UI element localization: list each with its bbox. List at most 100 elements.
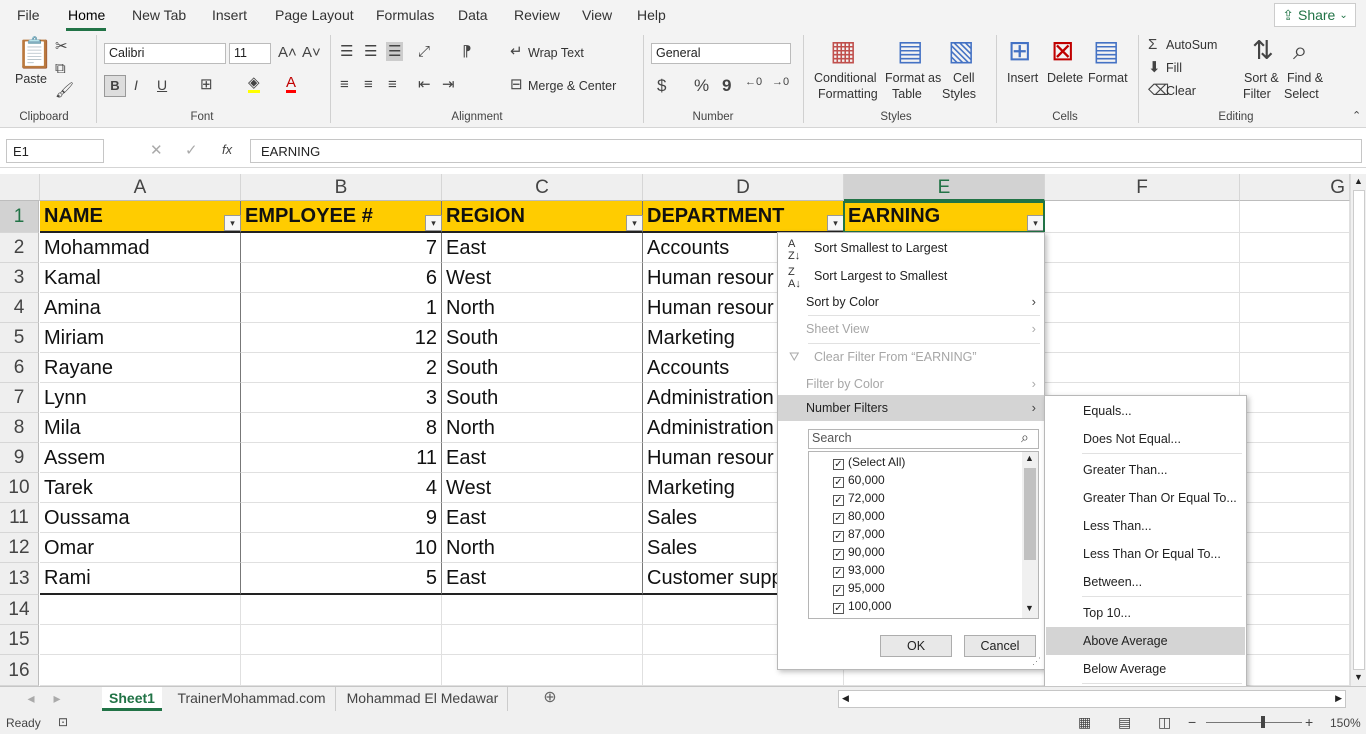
page-break-view-icon[interactable]: ◫	[1158, 714, 1171, 731]
percent-button[interactable]: %	[694, 77, 709, 94]
zoom-in-icon[interactable]: +	[1305, 714, 1313, 730]
sheet-view-item[interactable]: Sheet View ›	[778, 316, 1044, 342]
scroll-thumb[interactable]	[1353, 190, 1365, 670]
number-filter-option[interactable]: Less Than Or Equal To...	[1046, 540, 1245, 568]
autosum-button[interactable]: AutoSum	[1166, 38, 1217, 52]
row-header[interactable]: 8	[0, 413, 39, 443]
collapse-ribbon-icon[interactable]: ⌃	[1352, 111, 1361, 122]
scroll-left-icon[interactable]: ◀	[842, 693, 849, 704]
header-cell[interactable]: DEPARTMENT	[643, 201, 844, 233]
empty-cell[interactable]	[1240, 383, 1350, 413]
format-as-table-icon[interactable]: ▤	[897, 37, 923, 65]
number-filter-option[interactable]: Top 10...	[1046, 599, 1245, 627]
number-filter-option[interactable]: Below Average	[1046, 655, 1245, 683]
filter-value-item[interactable]: ✓ 72,000	[833, 489, 885, 507]
copy-icon[interactable]: ⧉	[55, 61, 66, 76]
row-header[interactable]: 9	[0, 443, 39, 473]
row-header[interactable]: 12	[0, 533, 39, 563]
resize-grip-icon[interactable]: ⋰	[1032, 656, 1041, 667]
sort-by-color-item[interactable]: Sort by Color ›	[778, 289, 1044, 315]
menu-data[interactable]: Data	[458, 7, 488, 23]
page-layout-view-icon[interactable]: ▤	[1118, 714, 1131, 731]
empty-cell[interactable]	[1045, 263, 1240, 293]
number-filter-option[interactable]: Between...	[1046, 568, 1245, 596]
merge-center-icon[interactable]: ⊟	[510, 77, 523, 92]
row-header[interactable]: 4	[0, 293, 39, 323]
scroll-down-icon[interactable]: ▼	[1354, 672, 1363, 682]
cell-styles-button[interactable]: Cell	[953, 71, 975, 85]
menu-page-layout[interactable]: Page Layout	[275, 7, 354, 23]
filter-dropdown-button[interactable]: ▾	[626, 215, 643, 231]
header-cell[interactable]: EARNING	[844, 201, 1045, 233]
empty-cell[interactable]	[442, 595, 643, 625]
tab-trainermohammad[interactable]: TrainerMohammad.com	[168, 687, 336, 711]
table-cell[interactable]: 8	[241, 413, 442, 443]
column-header-f[interactable]: F	[1045, 174, 1240, 201]
table-cell[interactable]: North	[442, 293, 643, 323]
clear-button[interactable]: Clear	[1166, 84, 1196, 98]
menu-new-tab[interactable]: New Tab	[132, 7, 186, 23]
row-header[interactable]: 16	[0, 655, 39, 686]
number-filter-option[interactable]: Less Than...	[1046, 512, 1245, 540]
empty-cell[interactable]	[1240, 293, 1350, 323]
table-cell[interactable]: West	[442, 263, 643, 293]
decrease-decimal-icon[interactable]: →0	[772, 77, 789, 88]
column-header-d[interactable]: D	[643, 174, 844, 201]
conditional-formatting-button[interactable]: Conditional	[814, 71, 877, 85]
empty-cell[interactable]	[1240, 533, 1350, 563]
empty-cell[interactable]	[1045, 233, 1240, 263]
filter-value-item[interactable]: ✓ (Select All)	[833, 453, 905, 471]
table-cell[interactable]: East	[442, 503, 643, 533]
table-cell[interactable]: 3	[241, 383, 442, 413]
empty-cell[interactable]	[1240, 595, 1350, 625]
cut-icon[interactable]: ✂	[55, 39, 68, 54]
checkbox-icon[interactable]: ✓	[833, 477, 844, 488]
fill-button[interactable]: Fill	[1166, 61, 1182, 75]
empty-cell[interactable]	[1240, 353, 1350, 383]
autosum-icon[interactable]: Σ	[1148, 37, 1157, 52]
menu-help[interactable]: Help	[637, 7, 666, 23]
scroll-up-icon[interactable]: ▲	[1025, 453, 1034, 463]
empty-cell[interactable]	[1240, 413, 1350, 443]
cell-styles-icon[interactable]: ▧	[948, 37, 974, 65]
number-filter-option[interactable]: Greater Than...	[1046, 456, 1245, 484]
row-header[interactable]: 6	[0, 353, 39, 383]
column-header-a[interactable]: A	[40, 174, 241, 201]
wrap-text-icon[interactable]: ↵	[510, 44, 523, 59]
decrease-indent-icon[interactable]: ⇤	[418, 77, 431, 92]
insert-function-button[interactable]: fx	[222, 143, 232, 156]
scroll-up-icon[interactable]: ▲	[1354, 176, 1363, 186]
table-cell[interactable]: 11	[241, 443, 442, 473]
checkbox-icon[interactable]: ✓	[833, 513, 844, 524]
decrease-font-icon[interactable]: A˅	[302, 45, 321, 60]
empty-cell[interactable]	[1045, 353, 1240, 383]
filter-value-item[interactable]: ✓ 80,000	[833, 507, 885, 525]
sort-filter-button[interactable]: Sort &	[1244, 71, 1279, 85]
empty-cell[interactable]	[1240, 323, 1350, 353]
tab-mohammad-el-medawar[interactable]: Mohammad El Medawar	[338, 687, 508, 711]
number-filters-item[interactable]: Number Filters ›	[778, 395, 1044, 421]
menu-formulas[interactable]: Formulas	[376, 7, 434, 23]
table-cell[interactable]: Lynn	[40, 383, 241, 413]
name-box[interactable]: E1	[6, 139, 104, 163]
table-cell[interactable]: 2	[241, 353, 442, 383]
number-filter-option[interactable]: Equals...	[1046, 397, 1245, 425]
checkbox-icon[interactable]: ✓	[833, 549, 844, 560]
search-icon[interactable]: ⌕	[1293, 37, 1308, 63]
sort-filter-icon[interactable]: ⇅	[1252, 37, 1274, 63]
filter-dropdown-button[interactable]: ▾	[827, 215, 844, 231]
increase-decimal-icon[interactable]: ←0	[745, 77, 762, 88]
menu-review[interactable]: Review	[514, 7, 560, 23]
checkbox-icon[interactable]: ✓	[833, 585, 844, 596]
align-top-icon[interactable]: ☰	[340, 44, 353, 59]
align-center-icon[interactable]: ≡	[364, 77, 373, 92]
header-cell[interactable]: EMPLOYEE #	[241, 201, 442, 233]
format-cells-icon[interactable]: ▤	[1093, 37, 1119, 65]
currency-button[interactable]: $	[657, 77, 666, 94]
table-cell[interactable]: West	[442, 473, 643, 503]
header-cell[interactable]: REGION	[442, 201, 643, 233]
add-sheet-icon[interactable]: ⊕	[540, 687, 560, 711]
increase-font-icon[interactable]: A˄	[278, 45, 297, 60]
formula-input[interactable]: EARNING	[250, 139, 1362, 163]
table-cell[interactable]: East	[442, 563, 643, 595]
